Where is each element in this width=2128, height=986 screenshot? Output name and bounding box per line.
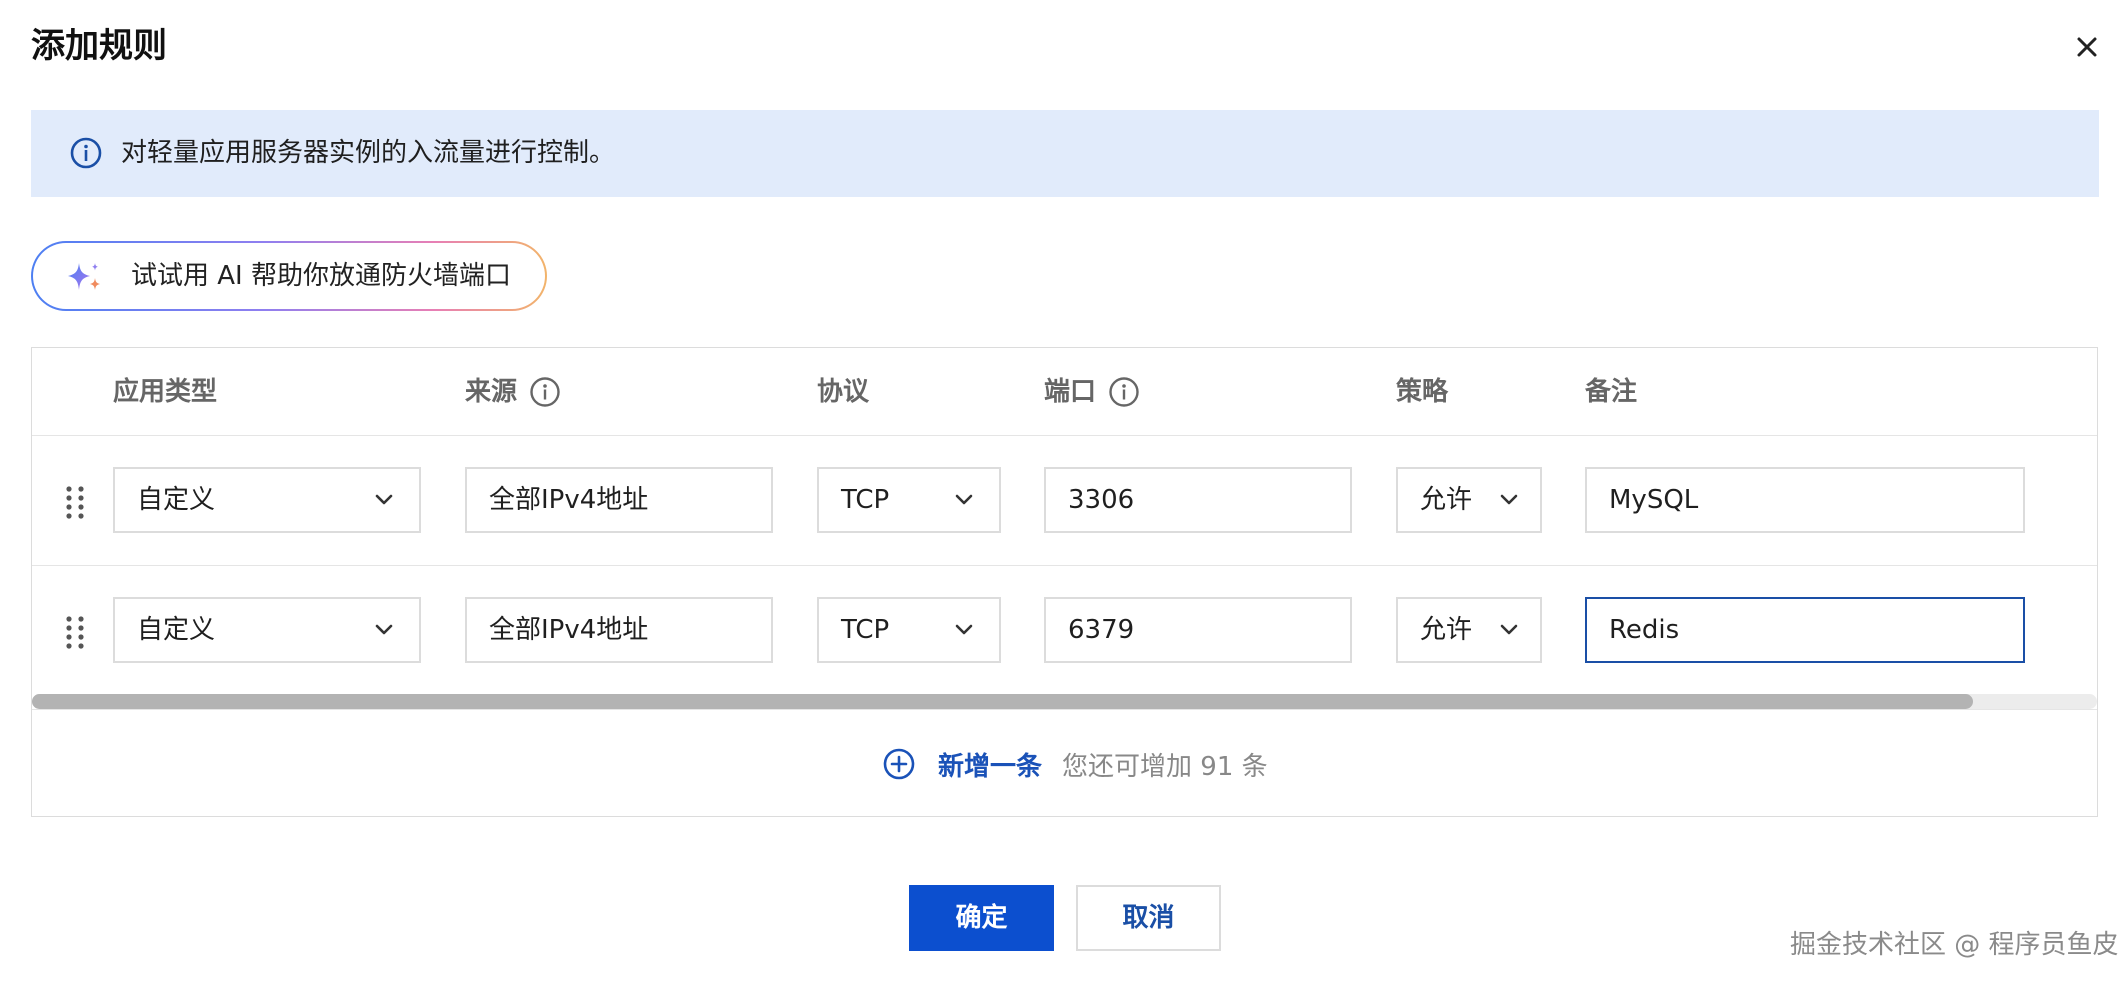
header-source: 来源 [465,348,561,436]
horizontal-scrollbar[interactable] [32,694,2097,709]
header-remark-label: 备注 [1585,377,1638,407]
policy-select[interactable]: 允许 [1396,597,1542,663]
add-row-area: 新增一条 您还可增加 91 条 [32,709,2097,817]
info-circle-icon [70,137,102,169]
app-type-select[interactable]: 自定义 [113,467,421,533]
remark-input[interactable]: Redis [1585,597,2025,663]
header-remark: 备注 [1585,348,1637,436]
drag-handle-icon[interactable] [64,615,86,649]
app-type-value: 自定义 [137,485,216,515]
sparkle-icon [68,263,100,290]
confirm-button[interactable]: 确定 [909,885,1054,951]
chevron-down-icon [955,624,973,635]
rules-table: 应用类型 来源 协议 端口 策略 备注 自定义 全部IPv4地址 TCP 330… [31,347,2098,817]
protocol-value: TCP [841,485,890,515]
policy-value: 允许 [1420,485,1473,515]
header-app-type: 应用类型 [113,348,217,436]
header-port: 端口 [1044,348,1140,436]
chevron-down-icon [1500,494,1518,505]
info-banner: 对轻量应用服务器实例的入流量进行控制。 [31,110,2099,197]
info-text: 对轻量应用服务器实例的入流量进行控制。 [121,138,616,168]
add-rule-dialog: 添加规则 对轻量应用服务器实例的入流量进行控制。 试试用 AI 帮助你放通防火墙… [0,0,2128,986]
chevron-down-icon [375,494,393,505]
chevron-down-icon [375,624,393,635]
close-icon[interactable] [2070,30,2104,64]
remark-value: Redis [1609,615,1680,645]
add-row-container: 新增一条 您还可增加 91 条 [882,710,1268,818]
ai-assist-button-inner: 试试用 AI 帮助你放通防火墙端口 [33,243,545,309]
port-input[interactable]: 6379 [1044,597,1352,663]
scrollbar-thumb[interactable] [32,694,1973,709]
dialog-title: 添加规则 [31,26,167,66]
protocol-select[interactable]: TCP [817,467,1001,533]
port-value: 6379 [1068,615,1135,645]
port-value: 3306 [1068,485,1135,515]
header-policy-label: 策略 [1396,377,1449,407]
table-header: 应用类型 来源 协议 端口 策略 备注 [32,348,2097,436]
info-circle-icon[interactable] [1108,376,1140,408]
source-input[interactable]: 全部IPv4地址 [465,467,773,533]
remark-input[interactable]: MySQL [1585,467,2025,533]
header-port-label: 端口 [1044,377,1097,407]
app-type-select[interactable]: 自定义 [113,597,421,663]
table-row: 自定义 全部IPv4地址 TCP 6379 允许 Redis [32,566,2097,696]
chevron-down-icon [955,494,973,505]
source-input[interactable]: 全部IPv4地址 [465,597,773,663]
policy-value: 允许 [1420,615,1473,645]
policy-select[interactable]: 允许 [1396,467,1542,533]
add-row-hint: 您还可增加 91 条 [1062,751,1268,782]
drag-handle-icon[interactable] [64,485,86,519]
protocol-value: TCP [841,615,890,645]
header-protocol-label: 协议 [817,377,870,407]
chevron-down-icon [1500,624,1518,635]
watermark: 掘金技术社区 @ 程序员鱼皮 [1790,930,2119,960]
plus-circle-icon[interactable] [882,747,916,781]
header-protocol: 协议 [817,348,869,436]
app-type-value: 自定义 [137,615,216,645]
cancel-button[interactable]: 取消 [1076,885,1221,951]
header-policy: 策略 [1396,348,1448,436]
table-row: 自定义 全部IPv4地址 TCP 3306 允许 MySQL [32,436,2097,566]
ai-assist-label: 试试用 AI 帮助你放通防火墙端口 [131,261,511,291]
header-app-type-label: 应用类型 [113,377,218,407]
remark-value: MySQL [1609,485,1699,515]
info-circle-icon[interactable] [529,376,561,408]
header-source-label: 来源 [465,377,518,407]
port-input[interactable]: 3306 [1044,467,1352,533]
source-value: 全部IPv4地址 [489,485,649,515]
add-row-button[interactable]: 新增一条 [938,746,1042,783]
protocol-select[interactable]: TCP [817,597,1001,663]
source-value: 全部IPv4地址 [489,615,649,645]
ai-assist-button[interactable]: 试试用 AI 帮助你放通防火墙端口 [31,241,547,311]
